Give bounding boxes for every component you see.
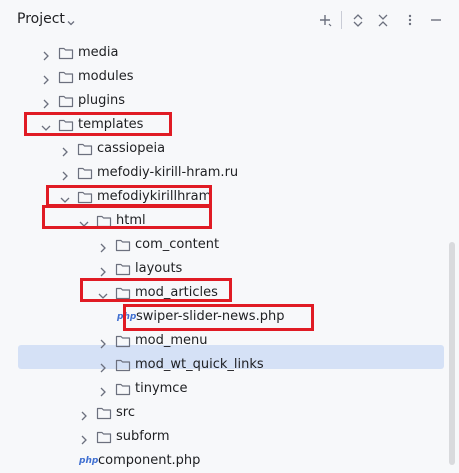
folder-item[interactable]: subform — [0, 425, 459, 449]
tree-item-label: cassiopeia — [97, 141, 166, 156]
folder-icon — [96, 429, 112, 445]
php-file-icon: php — [79, 456, 99, 466]
panel-title[interactable]: Project — [17, 11, 65, 27]
chevron-right-icon[interactable] — [59, 143, 71, 157]
chevron-right-icon[interactable] — [40, 95, 52, 109]
folder-icon — [58, 69, 74, 85]
tree-item-label: mefodiy-kirill-hram.ru — [97, 165, 239, 180]
folder-item[interactable]: tinymce — [0, 377, 459, 401]
highlight-box-html — [42, 205, 212, 229]
highlight-box-templates — [24, 112, 172, 136]
folder-item[interactable]: mod_wt_quick_links — [0, 353, 459, 377]
tree-item-label: src — [116, 405, 135, 420]
folder-icon — [115, 381, 131, 397]
tree-item-label: mod_menu — [135, 333, 208, 348]
folder-item[interactable]: plugins — [0, 89, 459, 113]
header-divider — [341, 11, 342, 29]
project-panel-header: Project — [0, 0, 459, 40]
folder-item[interactable]: mefodiy-kirill-hram.ru — [0, 161, 459, 185]
tree-item-label: media — [78, 45, 119, 60]
chevron-right-icon[interactable] — [97, 383, 109, 397]
tree-item-label: subform — [116, 429, 170, 444]
chevron-right-icon[interactable] — [78, 407, 90, 421]
folder-item[interactable]: mod_menu — [0, 329, 459, 353]
scrollbar[interactable] — [449, 242, 455, 465]
folder-icon — [115, 237, 131, 253]
tree-item-label: tinymce — [135, 381, 188, 396]
chevron-right-icon[interactable] — [97, 359, 109, 373]
folder-item[interactable]: media — [0, 41, 459, 65]
chevron-right-icon[interactable] — [97, 263, 109, 277]
tree-item-label: modules — [78, 69, 134, 84]
folder-icon — [77, 141, 93, 157]
folder-icon — [115, 357, 131, 373]
more-icon[interactable] — [402, 12, 418, 28]
chevron-right-icon[interactable] — [40, 47, 52, 61]
highlight-box-swiper-slider-news — [123, 304, 314, 331]
file-item[interactable]: php component.php — [0, 449, 459, 473]
tree-item-label: com_content — [135, 237, 220, 252]
chevron-down-icon[interactable] — [66, 13, 76, 32]
chevron-right-icon[interactable] — [97, 239, 109, 253]
collapse-all-icon[interactable] — [375, 12, 391, 28]
folder-item[interactable]: src — [0, 401, 459, 425]
folder-icon — [58, 45, 74, 61]
folder-item[interactable]: modules — [0, 65, 459, 89]
expand-all-icon[interactable] — [350, 12, 366, 28]
folder-icon — [77, 165, 93, 181]
chevron-right-icon[interactable] — [40, 71, 52, 85]
chevron-right-icon[interactable] — [78, 431, 90, 445]
highlight-box-mod-articles — [80, 278, 232, 302]
chevron-right-icon[interactable] — [59, 167, 71, 181]
folder-icon — [115, 261, 131, 277]
project-tree: media modules plugins templates cassiopeia me… — [0, 40, 459, 468]
add-icon[interactable] — [317, 12, 333, 28]
folder-icon — [58, 93, 74, 109]
folder-item[interactable]: com_content — [0, 233, 459, 257]
minimize-icon[interactable] — [428, 12, 444, 28]
tree-item-label: mod_wt_quick_links — [135, 357, 264, 372]
tree-item-label: plugins — [78, 93, 125, 108]
highlight-box-mefodiykirillhram — [46, 185, 212, 207]
chevron-right-icon[interactable] — [97, 335, 109, 349]
folder-icon — [115, 333, 131, 349]
folder-icon — [96, 405, 112, 421]
folder-item[interactable]: cassiopeia — [0, 137, 459, 161]
tree-item-label: component.php — [98, 453, 201, 468]
